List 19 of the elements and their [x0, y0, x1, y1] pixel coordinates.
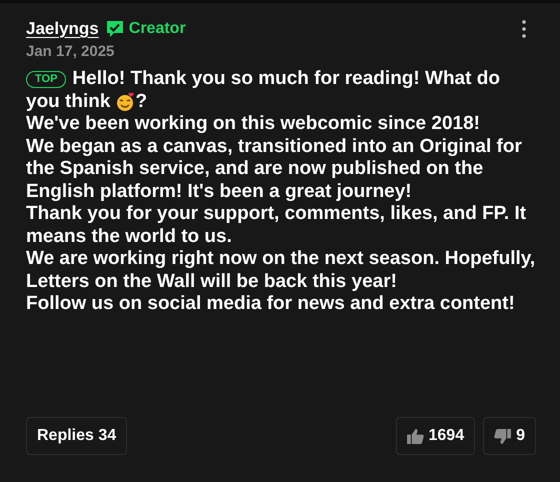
comment-text: ?: [135, 90, 148, 113]
dislike-button[interactable]: 9: [483, 417, 536, 455]
thumbs-down-icon: [494, 428, 512, 444]
replies-button[interactable]: Replies 34: [26, 417, 128, 455]
thumbs-up-icon: [406, 428, 424, 444]
comment-text: Thank you for your support, comments, likes, and FP. It means the world to us.: [26, 203, 528, 248]
comment-text: We've been working on this webcomic since 2018!: [26, 113, 481, 136]
comment-text: Hello! Thank you so much for reading! What do: [72, 68, 500, 90]
creator-label: Creator: [128, 20, 186, 38]
comment-text: you think: [26, 90, 110, 113]
author-name[interactable]: Jaelyngs: [26, 19, 99, 39]
more-options-icon[interactable]: [522, 20, 526, 38]
comment-text: Follow us on social media for news and extra content!: [26, 293, 516, 316]
comment-date: Jan 17, 2025: [26, 43, 116, 60]
smiling-face-icon: [115, 92, 136, 112]
top-badge: TOP: [26, 70, 66, 88]
comment-text: We began as a canvas, transitioned into an Original for the Spanish service, and are now published on the English platform! It's been a great journey!: [26, 136, 523, 203]
like-button[interactable]: 1694: [396, 417, 476, 455]
comment-text: We are working right now on the next season. Hopefully, Letters on the Wall will be back this year!: [26, 248, 536, 293]
